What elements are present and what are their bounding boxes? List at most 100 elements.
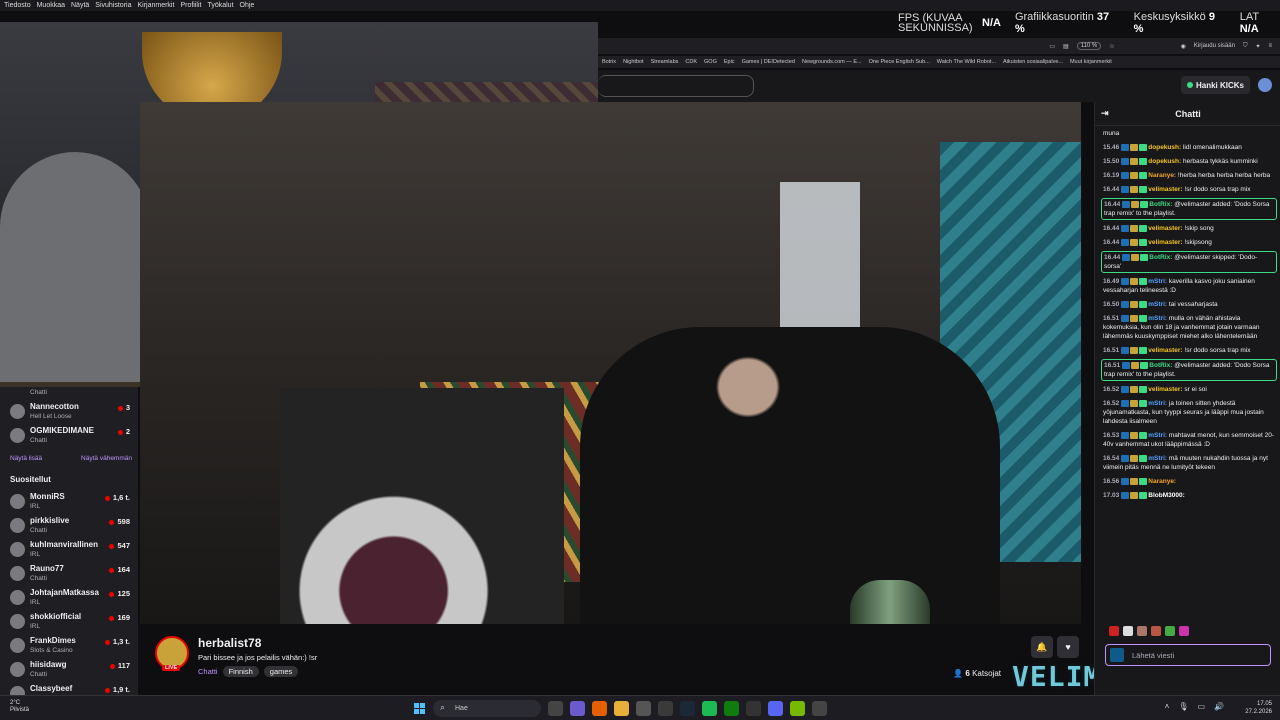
chat-username[interactable]: mStri: — [1148, 455, 1167, 462]
menu-item[interactable]: Muokkaa — [37, 2, 65, 9]
chevron-up-icon[interactable]: ˄ — [1165, 702, 1170, 711]
recommended-channel[interactable]: FrankDimes Slots & Casino 1,3 t. — [0, 634, 138, 658]
taskbar-search[interactable]: Hae — [433, 700, 541, 717]
reader-view-icon[interactable]: ▤ — [1063, 43, 1069, 50]
chat-username[interactable]: velimaster: — [1148, 186, 1182, 193]
taskbar-clock[interactable]: 17.05 27.2.2026 — [1245, 700, 1272, 716]
emote[interactable] — [1179, 626, 1189, 636]
network-icon[interactable]: ▭ — [1197, 702, 1205, 711]
teams-icon[interactable] — [570, 701, 585, 716]
windows-start-icon[interactable] — [414, 703, 425, 714]
chat-username[interactable]: Naranye: — [1148, 478, 1176, 485]
chat-username[interactable]: Naranye: — [1148, 172, 1176, 179]
bookmark-item[interactable]: One Piece English Sub... — [869, 59, 930, 65]
epic-icon[interactable] — [746, 701, 761, 716]
menu-item[interactable]: Ohje — [240, 2, 255, 9]
store-icon[interactable] — [636, 701, 651, 716]
menu-icon[interactable]: ≡ — [1268, 43, 1272, 49]
recommended-channel[interactable]: Rauno77 Chatti 164 — [0, 562, 138, 586]
spotify-icon[interactable] — [702, 701, 717, 716]
bookmark-item[interactable]: Games | DEIDetected — [742, 59, 795, 65]
bookmark-item[interactable]: Streamlabs — [651, 59, 679, 65]
emote[interactable] — [1109, 626, 1119, 636]
login-button[interactable]: Kirjaudu sisään — [1194, 43, 1235, 49]
discord-icon[interactable] — [768, 701, 783, 716]
screenshot-icon[interactable]: ▭ — [1049, 43, 1055, 50]
bookmark-item[interactable]: Epic — [724, 59, 735, 65]
recommended-channel[interactable]: kuhlmanvirallinen IRL 547 — [0, 538, 138, 562]
task-view-icon[interactable] — [548, 701, 563, 716]
emote[interactable] — [1151, 626, 1161, 636]
bookmark-item[interactable]: Watch The Wild Robot... — [937, 59, 996, 65]
weather-widget[interactable]: 2°C Pilvistä — [10, 700, 29, 714]
bookmark-item[interactable]: Newgrounds.com — E... — [802, 59, 862, 65]
chat-username[interactable]: velimaster: — [1148, 347, 1182, 354]
firefox-icon[interactable] — [592, 701, 607, 716]
notification-bell-button[interactable]: 🔔 — [1031, 636, 1053, 658]
chat-username[interactable]: BotRix: — [1149, 254, 1172, 261]
recommended-channel[interactable]: shokkiofficial IRL 169 — [0, 610, 138, 634]
chat-username[interactable]: mStri: — [1148, 301, 1167, 308]
chat-username[interactable]: BlobM3000: — [1148, 492, 1184, 499]
chat-username[interactable]: mStri: — [1148, 278, 1167, 285]
chat-username[interactable]: dopekush: — [1148, 144, 1181, 151]
search-input[interactable] — [598, 75, 754, 97]
app-icon[interactable] — [812, 701, 827, 716]
chat-username[interactable]: dopekush: — [1148, 158, 1181, 165]
chat-username[interactable]: mStri: — [1148, 432, 1167, 439]
channel-name[interactable]: herbalist78 — [198, 636, 261, 650]
chat-message-input[interactable]: Lähetä viesti — [1105, 644, 1271, 666]
recommended-channel[interactable]: pirkkislive Chatti 598 — [0, 514, 138, 538]
stream-video-player[interactable] — [140, 102, 1081, 624]
menu-item[interactable]: Profiilit — [180, 2, 201, 9]
bookmark-item[interactable]: CDK — [685, 59, 697, 65]
stream-category-link[interactable]: Chatti — [198, 667, 218, 676]
recommended-channel[interactable]: MonniRS IRL 1,6 t. — [0, 490, 138, 514]
emote[interactable] — [1123, 626, 1133, 636]
chat-username[interactable]: velimaster: — [1148, 239, 1182, 246]
menu-item[interactable]: Näytä — [71, 2, 89, 9]
menu-item[interactable]: Sivuhistoria — [95, 2, 131, 9]
show-less-link[interactable]: Näytä vähemmän — [81, 455, 132, 462]
steam-icon[interactable] — [680, 701, 695, 716]
chat-username[interactable]: mStri: — [1148, 315, 1167, 322]
bookmark-star-icon[interactable]: ☆ — [1109, 43, 1114, 50]
bookmark-item[interactable]: Muut kirjanmerkit — [1070, 59, 1112, 65]
volume-icon[interactable]: 🔊 — [1214, 702, 1224, 711]
file-explorer-icon[interactable] — [614, 701, 629, 716]
bookmark-item[interactable]: Botrix — [602, 59, 616, 65]
show-more-link[interactable]: Näytä lisää — [10, 455, 42, 462]
extension-icon[interactable]: ✦ — [1255, 43, 1260, 50]
chat-username[interactable]: BotRix: — [1149, 201, 1172, 208]
collapse-chat-icon[interactable]: ⇥ — [1101, 108, 1109, 119]
microphone-icon[interactable]: 🎙 — [1178, 702, 1188, 711]
chat-username[interactable]: velimaster: — [1148, 225, 1182, 232]
sidebar-channel[interactable]: Chatti — [0, 387, 138, 399]
emote[interactable] — [1165, 626, 1175, 636]
xbox-icon[interactable] — [724, 701, 739, 716]
menu-item[interactable]: Tiedosto — [4, 2, 31, 9]
nvidia-icon[interactable] — [790, 701, 805, 716]
menu-item[interactable]: Kirjanmerkit — [137, 2, 174, 9]
emote[interactable] — [1137, 626, 1147, 636]
chat-username[interactable]: BotRix: — [1149, 362, 1172, 369]
get-kicks-button[interactable]: Hanki KICKs — [1180, 76, 1250, 94]
shield-icon[interactable]: ⛉ — [1243, 43, 1248, 50]
follow-button[interactable]: ♥ — [1057, 636, 1079, 658]
obs-icon[interactable] — [658, 701, 673, 716]
account-icon[interactable]: ◉ — [1181, 43, 1186, 50]
sidebar-channel[interactable]: OGMIKEDIMANE Chatti 2 — [0, 424, 138, 448]
tag-finnish[interactable]: Finnish — [222, 666, 259, 677]
recommended-channel[interactable]: JohtajanMatkassa IRL 125 — [0, 586, 138, 610]
zoom-level-button[interactable]: 110 % — [1076, 42, 1102, 50]
bookmark-item[interactable]: Aikuisten sosiaalipalve... — [1003, 59, 1063, 65]
bookmark-item[interactable]: Nightbot — [623, 59, 644, 65]
bookmark-item[interactable]: GOG — [704, 59, 717, 65]
recommended-channel[interactable]: hiisidawg Chatti 117 — [0, 658, 138, 682]
chat-username[interactable]: velimaster: — [1148, 386, 1182, 393]
sidebar-channel[interactable]: Nannecotton Hell Let Loose 3 — [0, 400, 138, 424]
tag-games[interactable]: games — [263, 666, 299, 677]
chat-username[interactable]: mStri: — [1148, 400, 1167, 407]
user-avatar[interactable] — [1258, 78, 1272, 92]
menu-item[interactable]: Työkalut — [207, 2, 233, 9]
